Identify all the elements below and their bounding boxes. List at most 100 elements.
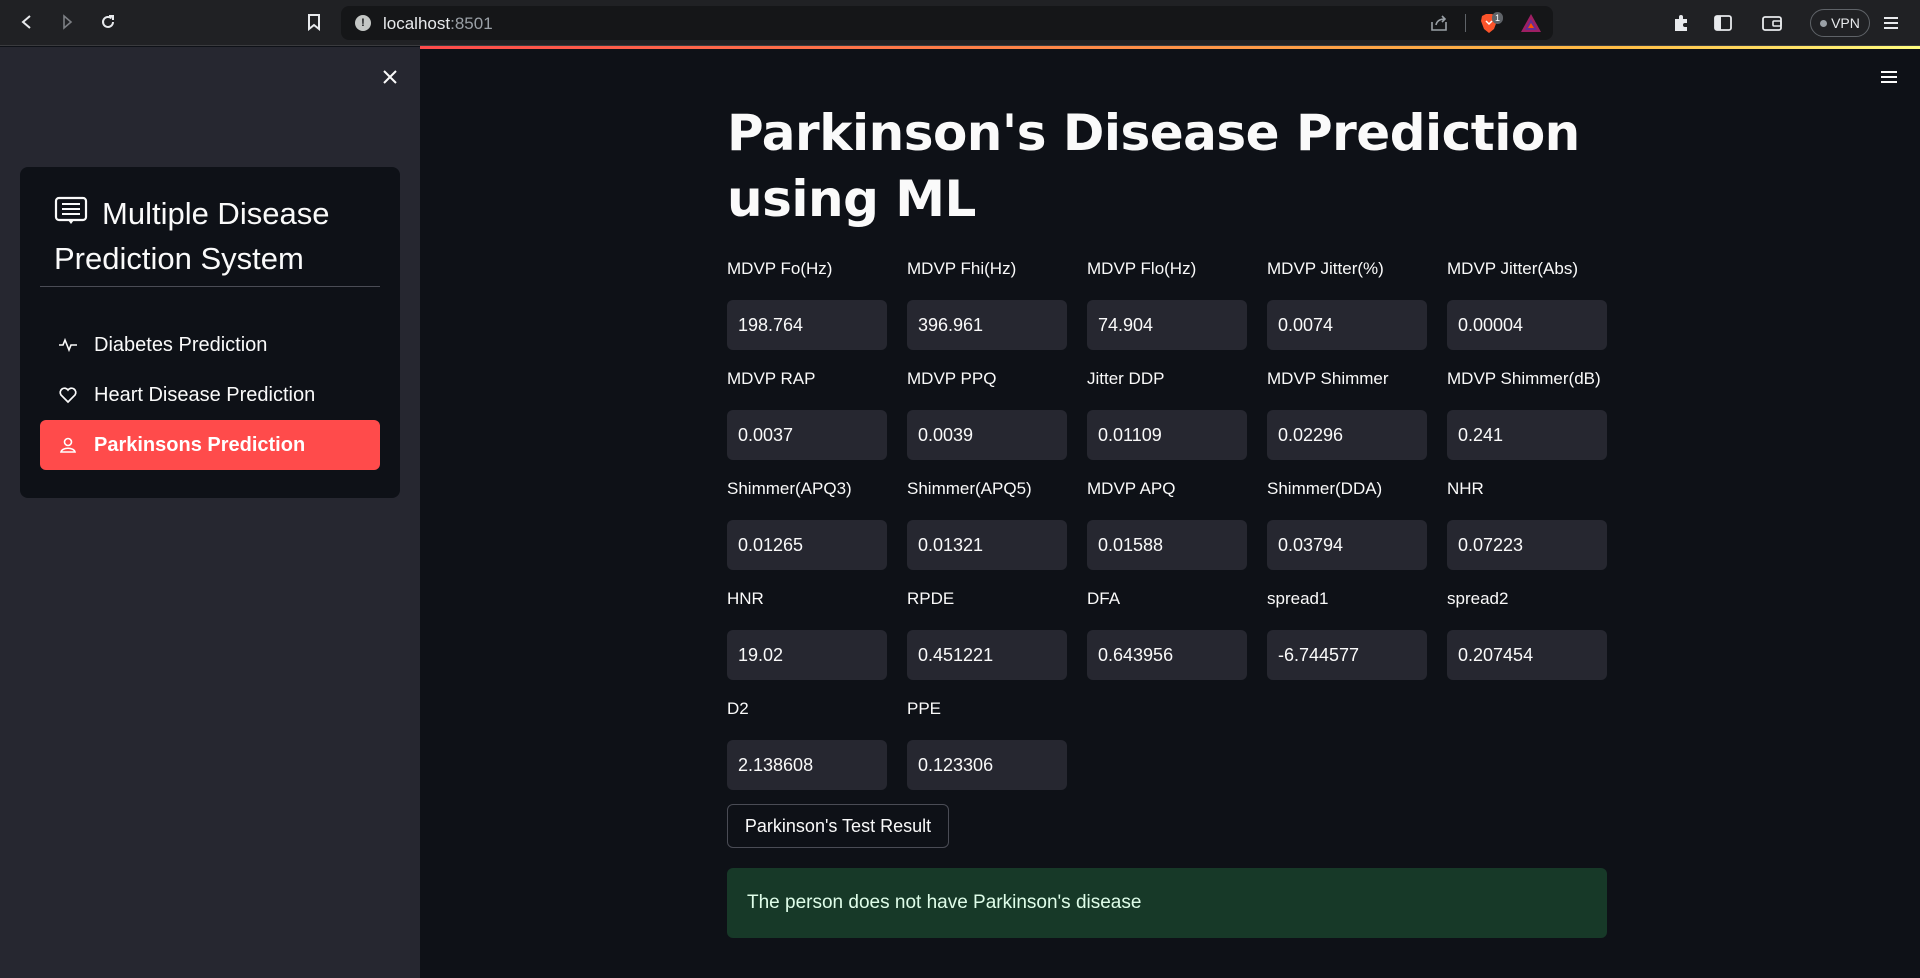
field-label: MDVP Fo(Hz) xyxy=(727,259,833,278)
field-input[interactable] xyxy=(1447,630,1607,680)
field-label: MDVP Shimmer(dB) xyxy=(1447,369,1601,388)
list-icon xyxy=(54,193,90,224)
menu-item-label: Parkinsons Prediction xyxy=(94,433,306,456)
field-input[interactable] xyxy=(1447,520,1607,570)
activity-icon xyxy=(59,337,77,353)
number-input-field: NHR xyxy=(1447,478,1607,570)
wallet-icon[interactable] xyxy=(1761,12,1783,34)
number-input-field: MDVP Flo(Hz) xyxy=(1087,258,1247,350)
vpn-label: VPN xyxy=(1831,15,1860,31)
field-label: MDVP Flo(Hz) xyxy=(1087,259,1197,278)
close-sidebar-icon[interactable] xyxy=(378,65,402,89)
number-input-field: DFA xyxy=(1087,588,1247,680)
sidebar-toggle-icon[interactable] xyxy=(1712,12,1734,34)
field-label: MDVP Jitter(%) xyxy=(1267,259,1384,278)
menu-item-diabetes[interactable]: Diabetes Prediction xyxy=(40,320,380,370)
address-bar[interactable]: ! localhost:8501 xyxy=(341,6,1553,40)
test-result-button[interactable]: Parkinson's Test Result xyxy=(727,804,949,848)
field-label: Shimmer(APQ5) xyxy=(907,479,1032,498)
menu-item-label: Diabetes Prediction xyxy=(94,333,268,356)
heart-icon xyxy=(59,387,77,404)
field-input[interactable] xyxy=(1447,410,1607,460)
field-input[interactable] xyxy=(1087,630,1247,680)
result-message: The person does not have Parkinson's dis… xyxy=(747,892,1142,913)
field-input[interactable] xyxy=(727,630,887,680)
extensions-icon[interactable] xyxy=(1670,12,1692,34)
field-input[interactable] xyxy=(727,410,887,460)
bookmark-icon[interactable] xyxy=(302,10,326,34)
number-input-field: MDVP Jitter(Abs) xyxy=(1447,258,1607,350)
url-text: localhost:8501 xyxy=(383,14,493,33)
person-icon xyxy=(60,437,76,453)
number-input-field: Shimmer(DDA) xyxy=(1267,478,1427,570)
number-input-field: MDVP RAP xyxy=(727,368,887,460)
field-input[interactable] xyxy=(1087,300,1247,350)
rewards-triangle-icon[interactable] xyxy=(1520,13,1542,33)
field-input[interactable] xyxy=(907,520,1067,570)
back-icon[interactable] xyxy=(15,10,39,34)
field-label: Shimmer(APQ3) xyxy=(727,479,852,498)
field-input[interactable] xyxy=(907,300,1067,350)
menu-title: Multiple Disease Prediction System xyxy=(54,191,384,281)
number-input-field: D2 xyxy=(727,698,887,790)
field-input[interactable] xyxy=(907,630,1067,680)
app-menu-icon[interactable] xyxy=(1878,66,1900,88)
field-input[interactable] xyxy=(907,410,1067,460)
field-input[interactable] xyxy=(1267,520,1427,570)
browser-menu-icon[interactable] xyxy=(1880,12,1902,34)
app-progress-decoration xyxy=(420,46,1920,49)
field-label: MDVP APQ xyxy=(1087,479,1176,498)
field-label: MDVP RAP xyxy=(727,369,816,388)
field-label: MDVP PPQ xyxy=(907,369,997,388)
number-input-field: Shimmer(APQ3) xyxy=(727,478,887,570)
site-info-icon[interactable]: ! xyxy=(355,15,371,31)
field-input[interactable] xyxy=(907,740,1067,790)
share-icon[interactable] xyxy=(1428,12,1450,34)
page-title: Parkinson's Disease Prediction using ML xyxy=(727,104,1580,228)
field-input[interactable] xyxy=(1087,520,1247,570)
number-input-field: spread1 xyxy=(1267,588,1427,680)
field-label: HNR xyxy=(727,589,764,608)
field-input[interactable] xyxy=(727,740,887,790)
field-label: MDVP Shimmer xyxy=(1267,369,1389,388)
success-alert: The person does not have Parkinson's dis… xyxy=(727,868,1607,938)
number-input-field: MDVP Shimmer xyxy=(1267,368,1427,460)
field-input[interactable] xyxy=(727,300,887,350)
menu-title-text: Multiple Disease Prediction System xyxy=(54,196,330,276)
field-input[interactable] xyxy=(727,520,887,570)
vpn-status-dot xyxy=(1820,19,1828,27)
field-input[interactable] xyxy=(1267,630,1427,680)
field-input[interactable] xyxy=(1267,410,1427,460)
field-input[interactable] xyxy=(1267,300,1427,350)
field-input[interactable] xyxy=(1087,410,1247,460)
number-input-field: MDVP Fhi(Hz) xyxy=(907,258,1067,350)
field-label: spread1 xyxy=(1267,589,1329,608)
number-input-field: Jitter DDP xyxy=(1087,368,1247,460)
number-input-field: MDVP APQ xyxy=(1087,478,1247,570)
number-input-field: HNR xyxy=(727,588,887,680)
field-label: spread2 xyxy=(1447,589,1509,608)
number-input-field: MDVP PPQ xyxy=(907,368,1067,460)
field-label: DFA xyxy=(1087,589,1121,608)
sidebar: Multiple Disease Prediction System Diabe… xyxy=(0,47,420,978)
field-label: RPDE xyxy=(907,589,955,608)
number-input-field: MDVP Jitter(%) xyxy=(1267,258,1427,350)
number-input-field: spread2 xyxy=(1447,588,1607,680)
number-input-field: MDVP Fo(Hz) xyxy=(727,258,887,350)
menu-item-parkinsons[interactable]: Parkinsons Prediction xyxy=(40,420,380,470)
reload-icon[interactable] xyxy=(96,10,120,34)
option-menu: Multiple Disease Prediction System Diabe… xyxy=(20,167,400,498)
divider xyxy=(1465,14,1466,32)
number-input-field: PPE xyxy=(907,698,1067,790)
divider xyxy=(40,286,380,287)
field-input[interactable] xyxy=(1447,300,1607,350)
menu-item-label: Heart Disease Prediction xyxy=(94,383,316,406)
vpn-button[interactable]: VPN xyxy=(1810,9,1870,37)
field-label: PPE xyxy=(907,699,942,718)
forward-icon[interactable] xyxy=(55,10,79,34)
field-label: Jitter DDP xyxy=(1087,369,1165,388)
field-label: MDVP Jitter(Abs) xyxy=(1447,259,1578,278)
menu-item-heart[interactable]: Heart Disease Prediction xyxy=(40,370,380,420)
number-input-field: MDVP Shimmer(dB) xyxy=(1447,368,1607,460)
number-input-field: Shimmer(APQ5) xyxy=(907,478,1067,570)
